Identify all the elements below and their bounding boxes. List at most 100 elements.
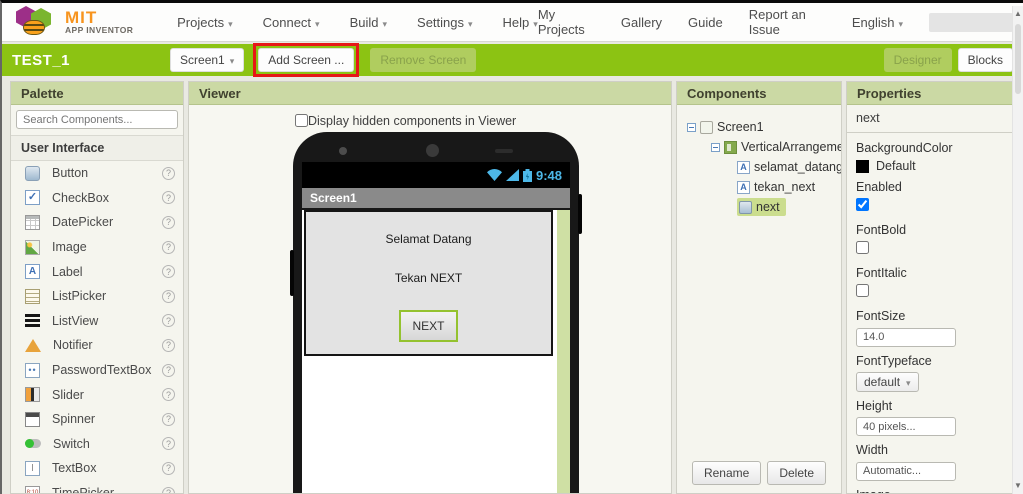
- palette-item-switch[interactable]: Switch ?: [11, 432, 183, 457]
- menu-connect[interactable]: Connect: [263, 15, 320, 30]
- language-label: English: [852, 15, 895, 30]
- scroll-down-icon[interactable]: ▼: [1013, 481, 1023, 490]
- palette-item-checkbox[interactable]: CheckBox ?: [11, 186, 183, 211]
- fonttypeface-select[interactable]: default: [856, 372, 919, 392]
- fontsize-input[interactable]: [856, 328, 956, 347]
- tree-item-screen1[interactable]: Screen1: [687, 117, 837, 137]
- height-input[interactable]: [856, 417, 956, 436]
- palette-header: Palette: [11, 82, 183, 105]
- palette-item-label: Image: [52, 240, 87, 254]
- screen-selector-dropdown[interactable]: Screen1: [170, 48, 244, 72]
- help-icon[interactable]: ?: [162, 314, 175, 327]
- help-icon[interactable]: ?: [162, 388, 175, 401]
- search-components-input[interactable]: [16, 110, 178, 129]
- selamat-datang-label[interactable]: Selamat Datang: [306, 212, 551, 246]
- page-scrollbar[interactable]: ▲ ▼: [1012, 6, 1023, 494]
- textbox-icon: [25, 461, 40, 476]
- help-icon[interactable]: ?: [162, 462, 175, 475]
- palette-item-label[interactable]: Label ?: [11, 259, 183, 284]
- help-icon[interactable]: ?: [162, 241, 175, 254]
- scroll-up-icon[interactable]: ▲: [1013, 9, 1023, 18]
- tree-item-tekan-next[interactable]: tekan_next: [737, 177, 837, 197]
- help-icon[interactable]: ?: [162, 265, 175, 278]
- fontbold-checkbox[interactable]: [856, 241, 869, 254]
- link-guide[interactable]: Guide: [688, 15, 723, 30]
- remove-screen-button[interactable]: Remove Screen: [370, 48, 476, 72]
- palette-item-notifier[interactable]: Notifier ?: [11, 333, 183, 358]
- language-selector[interactable]: English: [852, 15, 903, 30]
- properties-header: Properties: [847, 82, 1013, 105]
- palette-item-spinner[interactable]: Spinner ?: [11, 407, 183, 432]
- slider-icon: [25, 387, 40, 402]
- menu-label: Connect: [263, 15, 311, 30]
- backgroundcolor-picker[interactable]: Default: [856, 159, 1004, 173]
- help-icon[interactable]: ?: [162, 413, 175, 426]
- chevron-down-icon: [468, 15, 473, 30]
- tree-item-selamat-datang[interactable]: selamat_datang: [737, 157, 837, 177]
- red-annotation-box: Add Screen ...: [258, 48, 354, 72]
- palette-item-label: Switch: [53, 437, 90, 451]
- menu-build[interactable]: Build: [350, 15, 387, 30]
- link-my-projects[interactable]: My Projects: [538, 7, 595, 37]
- help-icon[interactable]: ?: [162, 364, 175, 377]
- tree-item-verticalarrangement1[interactable]: VerticalArrangement1: [711, 137, 837, 157]
- width-input[interactable]: [856, 462, 956, 481]
- palette-item-slider[interactable]: Slider ?: [11, 382, 183, 407]
- palette-item-label: CheckBox: [52, 191, 109, 205]
- help-icon[interactable]: ?: [162, 216, 175, 229]
- help-icon[interactable]: ?: [162, 487, 175, 494]
- app-inventor-logo[interactable]: MIT APP INVENTOR: [12, 6, 159, 38]
- enabled-checkbox[interactable]: [856, 198, 869, 211]
- designer-tab-button[interactable]: Designer: [884, 48, 952, 72]
- listview-icon: [25, 314, 40, 327]
- link-gallery[interactable]: Gallery: [621, 15, 662, 30]
- properties-panel: Properties next BackgroundColor Default …: [846, 81, 1014, 494]
- delete-button[interactable]: Delete: [767, 461, 826, 485]
- label-icon: [25, 264, 40, 279]
- display-hidden-components-checkbox[interactable]: [295, 114, 308, 127]
- link-report-an-issue[interactable]: Report an Issue: [749, 7, 826, 37]
- collapse-icon[interactable]: [687, 123, 696, 132]
- add-screen-button[interactable]: Add Screen ...: [258, 48, 354, 72]
- help-icon[interactable]: ?: [162, 167, 175, 180]
- menu-help[interactable]: Help: [503, 15, 538, 30]
- phone-status-bar: 9:48: [302, 162, 570, 188]
- tree-item-next-selected[interactable]: next: [737, 197, 837, 217]
- collapse-icon[interactable]: [711, 143, 720, 152]
- screen-icon: [700, 121, 713, 134]
- vertical-arrangement-icon: [724, 141, 737, 154]
- tekan-next-label[interactable]: Tekan NEXT: [306, 246, 551, 285]
- component-actions: Rename Delete: [677, 461, 841, 485]
- scrollbar-thumb[interactable]: [1015, 24, 1021, 94]
- label-icon: [737, 181, 750, 194]
- help-icon[interactable]: ?: [162, 290, 175, 303]
- menu-settings[interactable]: Settings: [417, 15, 473, 30]
- palette-item-label: ListPicker: [52, 289, 106, 303]
- vertical-arrangement-preview[interactable]: Selamat Datang Tekan NEXT NEXT: [304, 210, 553, 356]
- user-account-redacted[interactable]: [929, 13, 1013, 32]
- help-icon[interactable]: ?: [162, 191, 175, 204]
- prop-label: FontItalic: [856, 266, 1004, 280]
- palette-section-user-interface[interactable]: User Interface: [11, 135, 183, 161]
- components-header: Components: [677, 82, 841, 105]
- fontitalic-checkbox[interactable]: [856, 284, 869, 297]
- palette-item-datepicker[interactable]: DatePicker ?: [11, 210, 183, 235]
- rename-button[interactable]: Rename: [692, 461, 761, 485]
- palette-item-passwordtextbox[interactable]: PasswordTextBox ?: [11, 358, 183, 383]
- status-bar-clock: 9:48: [536, 168, 562, 183]
- menu-projects[interactable]: Projects: [177, 15, 233, 30]
- components-tree: Screen1 VerticalArrangement1 selamat_dat…: [677, 105, 841, 217]
- palette-item-image[interactable]: Image ?: [11, 235, 183, 260]
- menu-label: Help: [503, 15, 530, 30]
- switch-icon: [25, 439, 41, 448]
- palette-item-listpicker[interactable]: ListPicker ?: [11, 284, 183, 309]
- phone-screen-canvas[interactable]: Selamat Datang Tekan NEXT NEXT: [302, 210, 570, 494]
- palette-item-listview[interactable]: ListView ?: [11, 309, 183, 334]
- palette-item-timepicker[interactable]: TimePicker ?: [11, 481, 183, 494]
- palette-item-button[interactable]: Button ?: [11, 161, 183, 186]
- help-icon[interactable]: ?: [162, 437, 175, 450]
- blocks-tab-button[interactable]: Blocks: [958, 48, 1013, 72]
- next-button-preview[interactable]: NEXT: [399, 310, 457, 342]
- palette-item-textbox[interactable]: TextBox ?: [11, 456, 183, 481]
- help-icon[interactable]: ?: [162, 339, 175, 352]
